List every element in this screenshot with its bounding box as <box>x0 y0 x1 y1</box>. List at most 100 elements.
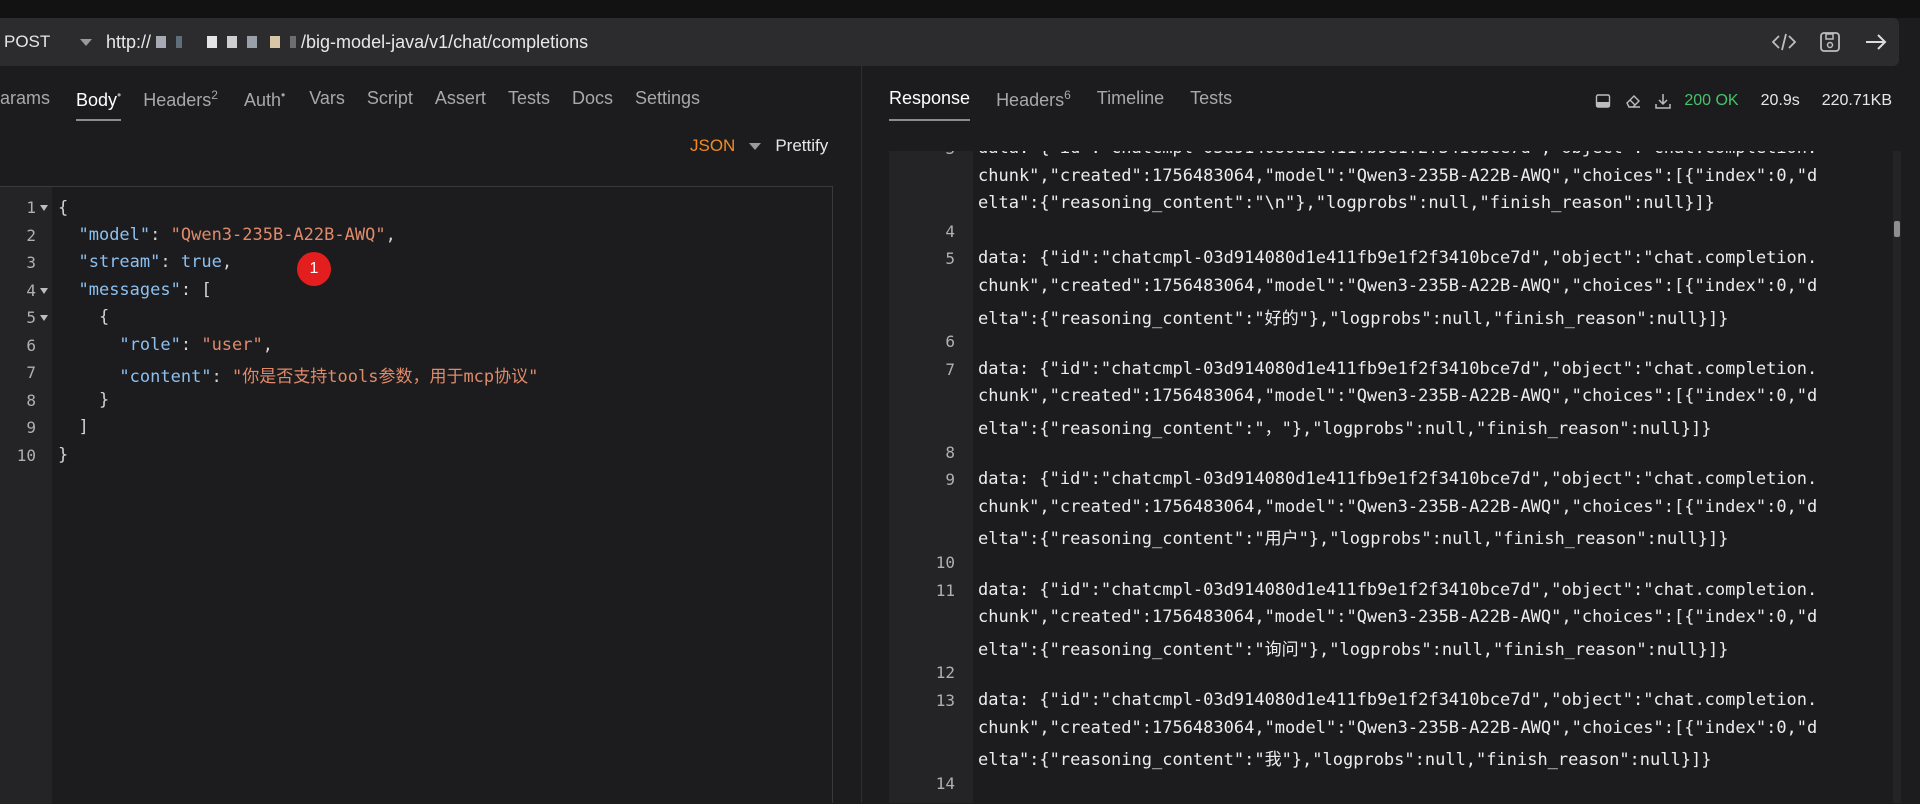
response-line-number: 13 <box>935 691 955 710</box>
json-key: "content" <box>119 367 212 387</box>
response-line: chunk","created":1756483064,"model":"Qwe… <box>978 276 1818 296</box>
response-line: chunk","created":1756483064,"model":"Qwe… <box>978 386 1818 407</box>
code-line-6: "role": "user", <box>119 335 273 355</box>
tab-badge: • <box>117 88 122 102</box>
tab-badge: 2 <box>211 88 218 102</box>
method-select[interactable]: POST <box>4 32 76 52</box>
tab-docs[interactable]: Docs <box>572 88 613 109</box>
response-scrollbar[interactable] <box>1893 151 1901 803</box>
response-line: data: {"id":"chatcmpl-03d914080d1e411fb9… <box>978 469 1818 490</box>
save-icon[interactable] <box>1817 29 1843 55</box>
url-input[interactable]: http:// /big-model-java/v1/chat/completi… <box>106 32 588 53</box>
response-line: elta":{"reasoning_content":"用户"},"logpro… <box>978 529 1729 550</box>
response-tab-headers[interactable]: Headers6 <box>996 88 1071 111</box>
tab-headers[interactable]: Headers2 <box>143 88 218 111</box>
scrollbar-thumb[interactable] <box>1894 221 1900 237</box>
response-line: chunk","created":1756483064,"model":"Qwe… <box>978 717 1818 738</box>
fold-caret-icon[interactable] <box>40 315 48 321</box>
json-string: "你是否支持tools参数，用于mcp协议" <box>232 367 539 387</box>
response-line: data: {"id":"chatcmpl-03d914080d1e411fb9… <box>978 151 1817 158</box>
code-line-3: "stream": true, <box>78 252 233 272</box>
response-line-number: 8 <box>945 442 955 462</box>
fold-caret-icon[interactable] <box>40 287 48 294</box>
url-actions <box>1761 18 1899 66</box>
response-line: elta":{"reasoning_content":"询问"},"logpro… <box>978 639 1729 660</box>
line-number: 1 <box>26 198 36 217</box>
tab-badge: • <box>281 88 286 102</box>
annotation-badge: 1 <box>297 252 331 286</box>
response-line-number: 9 <box>945 470 955 490</box>
response-line: data: {"id":"chatcmpl-03d914080d1e411fb9… <box>978 358 1818 379</box>
response-pane: Response Headers6 Timeline Tests 200 OK 20.… <box>862 66 1920 803</box>
url-prefix: http:// <box>106 31 152 52</box>
response-tab-response[interactable]: Response <box>889 88 971 121</box>
download-icon[interactable] <box>1654 92 1672 110</box>
code-line-2: "model": "Qwen3-235B-A22B-AWQ", <box>78 225 396 245</box>
json-key: "model" <box>78 225 151 245</box>
response-line-number: 7 <box>945 359 955 379</box>
line-number: 10 <box>16 445 36 465</box>
response-viewer[interactable]: 3 data: {"id":"chatcmpl-03d914080d1e411fb… <box>889 151 1893 803</box>
response-tab-timeline[interactable]: Timeline <box>1097 88 1164 111</box>
redacted-block <box>176 36 183 48</box>
json-key: "role" <box>119 335 181 355</box>
response-line-number: 14 <box>935 773 955 793</box>
tab-body[interactable]: Body• <box>76 88 122 121</box>
send-arrow-icon[interactable] <box>1863 29 1889 55</box>
tab-script[interactable]: Script <box>367 88 413 109</box>
response-line-number: 11 <box>935 580 955 600</box>
line-number: 5 <box>26 308 36 327</box>
redacted-block <box>247 36 258 48</box>
title-strip <box>0 0 1920 18</box>
tab-tests[interactable]: Tests <box>508 88 550 109</box>
line-number: 6 <box>26 335 36 355</box>
eraser-icon[interactable] <box>1624 92 1642 110</box>
redacted-block <box>290 36 297 48</box>
tab-arams[interactable]: arams <box>0 88 50 109</box>
json-key: "messages" <box>78 280 181 300</box>
json-key: "stream" <box>78 252 161 272</box>
body-editor[interactable]: 1 2 3 4 5 6 7 8 9 10 { "model": "Qwen3-235B-A22B-… <box>0 186 833 804</box>
response-line-number: 4 <box>945 221 955 241</box>
tab-auth[interactable]: Auth• <box>244 88 285 111</box>
code-line-5: { <box>98 307 110 327</box>
response-line: data: {"id":"chatcmpl-03d914080d1e411fb9… <box>978 579 1818 600</box>
url-path: /big-model-java/v1/chat/completions <box>301 31 589 52</box>
response-line-number: 5 <box>945 249 955 269</box>
request-url-bar: POST http:// /big-model-java/v1/chat/com… <box>0 18 1899 66</box>
body-mode-select[interactable]: JSON <box>690 136 735 156</box>
response-line-number: 10 <box>935 553 955 572</box>
code-line-7: "content": "你是否支持tools参数，用于mcp协议" <box>119 367 539 387</box>
response-line: chunk","created":1756483064,"model":"Qwe… <box>978 496 1818 517</box>
tab-assert[interactable]: Assert <box>435 88 486 109</box>
prettify-button[interactable]: Prettify <box>775 136 828 156</box>
request-pane: arams Body• Headers2 Auth• Vars Script Assert T… <box>0 66 860 804</box>
line-number: 9 <box>26 418 36 437</box>
tab-settings[interactable]: Settings <box>635 88 700 109</box>
response-line: chunk","created":1756483064,"model":"Qwe… <box>978 165 1818 186</box>
tab-vars[interactable]: Vars <box>309 88 345 109</box>
code-icon[interactable] <box>1771 29 1797 55</box>
response-line: data: {"id":"chatcmpl-03d914080d1e411fb9… <box>978 248 1818 269</box>
response-tab-tests[interactable]: Tests <box>1190 88 1232 111</box>
layout-toggle-icon[interactable] <box>1594 92 1612 110</box>
response-size: 220.71KB <box>1821 92 1892 109</box>
response-line: elta":{"reasoning_content":"，"},"logprob… <box>978 419 1712 439</box>
response-tabs: Response Headers6 Timeline Tests <box>889 88 1258 121</box>
line-number: 2 <box>26 225 36 245</box>
response-line: elta":{"reasoning_content":"\n"},"logpro… <box>978 193 1715 214</box>
line-number: 7 <box>26 363 36 382</box>
response-time: 20.9s <box>1760 92 1800 109</box>
response-status-bar: 200 OK 20.9s 220.71KB <box>1594 92 1892 110</box>
json-boolean: true <box>180 252 222 272</box>
code-line-10: } <box>58 445 69 465</box>
method-caret-icon[interactable] <box>80 38 92 46</box>
response-line-number: 12 <box>935 663 955 683</box>
json-string: "user" <box>201 335 263 355</box>
code-line-4: "messages": [ <box>78 280 212 300</box>
code-line-9: ] <box>78 417 89 437</box>
response-line: elta":{"reasoning_content":"好的"},"logpro… <box>978 308 1729 329</box>
fold-caret-icon[interactable] <box>40 205 48 211</box>
body-mode-caret-icon[interactable] <box>749 142 762 150</box>
line-gutter: 1 2 3 4 5 6 7 8 9 10 <box>0 187 52 804</box>
